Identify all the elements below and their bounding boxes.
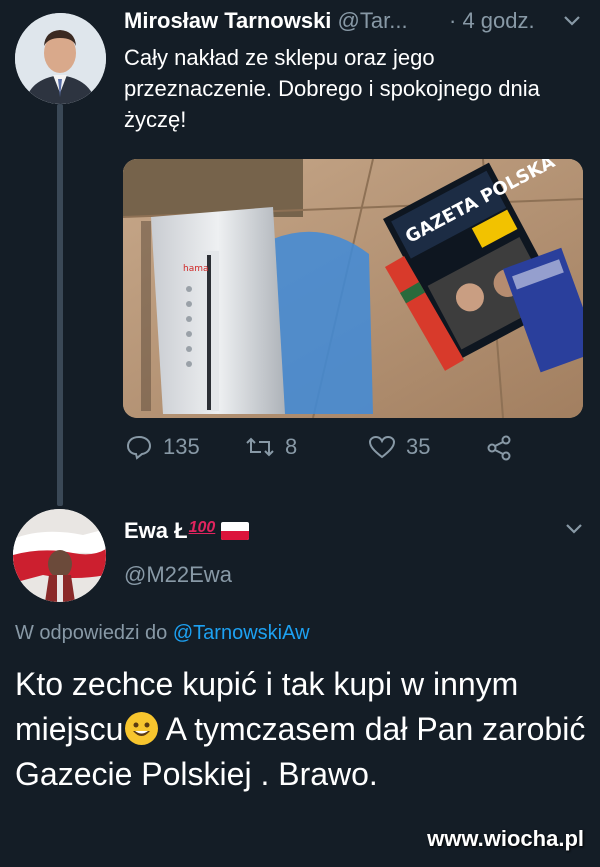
reply-prefix: W odpowiedzi do [15, 622, 168, 644]
reply-author-name[interactable]: Ewa Ł100 [124, 518, 250, 544]
like-count: 35 [406, 434, 431, 459]
reply-icon [126, 435, 152, 460]
grinning-face-emoji-icon [125, 712, 159, 745]
tweet-header: Mirosław Tarnowski @Tar... [124, 8, 408, 34]
reply-count: 135 [163, 434, 200, 459]
retweet-action[interactable]: 8 [245, 434, 297, 460]
reply-tweet-text: Kto zechce kupić i tak kupi w innym miej… [15, 662, 595, 797]
reply-author-handle[interactable]: @M22Ewa [124, 562, 232, 588]
tweet-actions: 135 8 35 [125, 434, 525, 474]
avatar-photo [15, 13, 106, 104]
shredder-brand: hama [183, 264, 209, 274]
tweet-image[interactable]: hama GAZETA POLSKA [123, 159, 583, 418]
share-action[interactable] [485, 434, 513, 462]
author-handle[interactable]: @Tar... [338, 8, 408, 33]
reply-mention-link[interactable]: @TarnowskiAw [173, 622, 310, 644]
heart-icon [368, 435, 396, 459]
retweet-icon [246, 437, 274, 457]
shredder-and-magazines-photo: hama GAZETA POLSKA [123, 159, 583, 418]
author-name[interactable]: Mirosław Tarnowski [124, 8, 331, 33]
share-icon [487, 435, 511, 461]
reply-action[interactable]: 135 [125, 434, 200, 460]
reply-author-avatar[interactable] [13, 509, 106, 602]
hundred-emoji-icon: 100 [188, 519, 216, 536]
retweet-count: 8 [285, 434, 298, 459]
chevron-down-icon[interactable] [563, 14, 581, 33]
site-watermark: www.wiocha.pl [427, 826, 584, 851]
poland-flag-icon [221, 522, 250, 540]
avatar-photo [13, 509, 106, 602]
tweet-timestamp[interactable]: · 4 godz. [449, 8, 535, 34]
tweet-text: Cały nakład ze sklepu oraz jego przeznac… [124, 45, 540, 132]
thread-connector [57, 104, 63, 506]
author-avatar[interactable] [15, 13, 106, 104]
chevron-down-icon[interactable] [565, 522, 583, 541]
replying-to: W odpowiedzi do @TarnowskiAw [15, 622, 310, 645]
reply-author-name-text: Ewa Ł [124, 518, 188, 543]
like-action[interactable]: 35 [368, 434, 430, 460]
